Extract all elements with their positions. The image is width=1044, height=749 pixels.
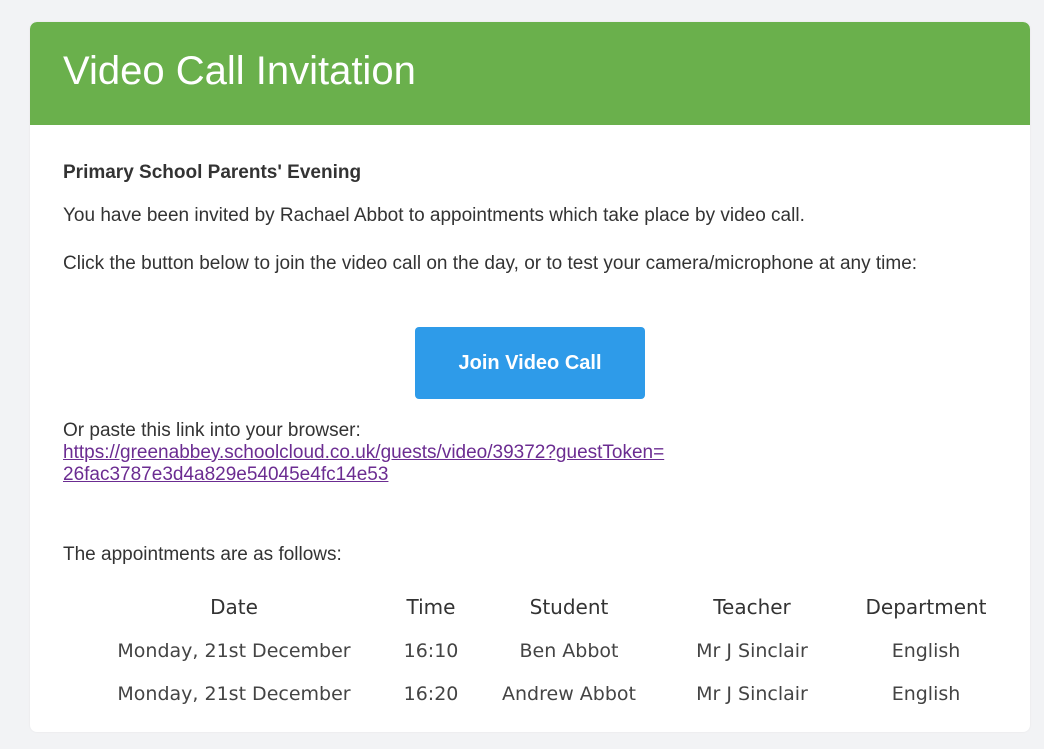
cell-teacher: Mr J Sinclair [696, 682, 808, 705]
cell-student: Ben Abbot [519, 639, 619, 662]
cell-date: Monday, 21st December [117, 682, 351, 705]
join-video-call-button[interactable]: Join Video Call [415, 327, 645, 399]
table-row: Monday, 21st December 16:20 Andrew Abbot… [91, 672, 1001, 715]
cell-time: 16:10 [403, 639, 459, 662]
invitation-header: Video Call Invitation [30, 22, 1030, 125]
appointments-intro: The appointments are as follows: [63, 544, 342, 565]
invite-text: You have been invited by Rachael Abbot t… [63, 205, 805, 226]
cell-teacher: Mr J Sinclair [696, 639, 808, 662]
cell-student: Andrew Abbot [502, 682, 636, 705]
page-title: Video Call Invitation [63, 49, 416, 93]
column-header-department: Department [865, 595, 987, 619]
event-name: Primary School Parents' Evening [63, 162, 362, 183]
appointments-table: Date Time Student Teacher Department Mon… [91, 585, 1001, 715]
column-header-teacher: Teacher [713, 595, 791, 619]
cell-department: English [891, 682, 961, 705]
table-row: Monday, 21st December 16:10 Ben Abbot Mr… [91, 629, 1001, 672]
join-instructions: Click the button below to join the video… [63, 253, 918, 274]
cell-date: Monday, 21st December [117, 639, 351, 662]
video-call-link[interactable]: https://greenabbey.schoolcloud.co.uk/gue… [63, 442, 673, 486]
column-header-date: Date [210, 595, 258, 619]
table-header-row: Date Time Student Teacher Department [91, 585, 1001, 629]
cell-department: English [891, 639, 961, 662]
cell-time: 16:20 [403, 682, 459, 705]
column-header-time: Time [406, 595, 456, 619]
column-header-student: Student [529, 595, 609, 619]
invitation-card: Video Call Invitation Primary School Par… [30, 22, 1030, 732]
paste-link-label: Or paste this link into your browser: [63, 420, 361, 441]
paste-link-block: Or paste this link into your browser: ht… [63, 420, 1003, 486]
